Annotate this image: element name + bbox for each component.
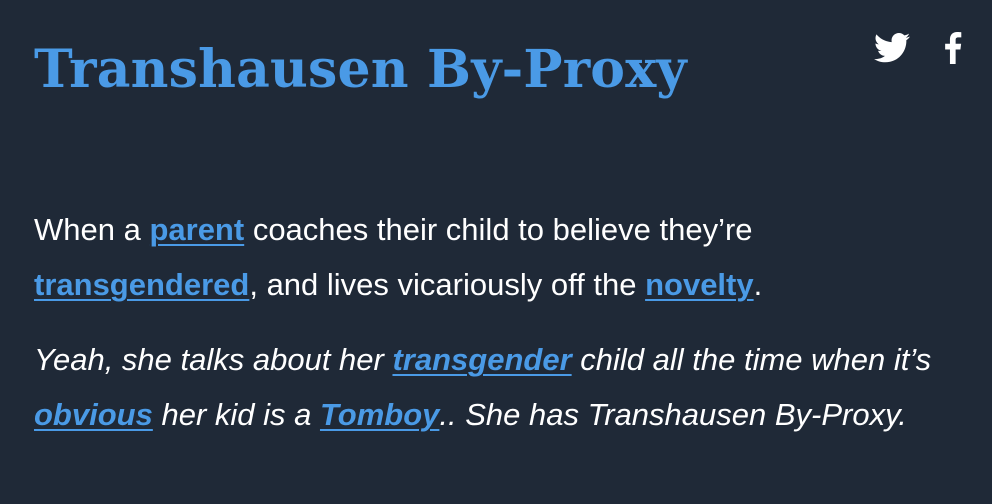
- meaning-text-1: When a: [34, 212, 150, 247]
- definition-example: Yeah, she talks about her transgender ch…: [34, 332, 956, 442]
- example-text-4: .. She has Transhausen By-Proxy.: [439, 397, 907, 432]
- example-text-1: Yeah, she talks about her: [34, 342, 393, 377]
- link-obvious[interactable]: obvious: [34, 397, 153, 432]
- definition-meaning: When a parent coaches their child to bel…: [34, 202, 956, 312]
- definition-card: Transhausen By-Proxy When a parent coach…: [0, 0, 992, 504]
- meaning-text-4: .: [753, 267, 763, 302]
- link-parent[interactable]: parent: [149, 212, 244, 247]
- example-text-2: child all the time when it’s: [571, 342, 932, 377]
- link-novelty[interactable]: novelty: [645, 267, 754, 302]
- meaning-text-2: coaches their child to believe they’re: [244, 212, 753, 247]
- facebook-icon[interactable]: [944, 32, 962, 69]
- meaning-text-3: , and lives vicariously off the: [249, 267, 646, 302]
- twitter-icon[interactable]: [874, 33, 910, 68]
- share-bar: [874, 32, 962, 69]
- definition-title[interactable]: Transhausen By-Proxy: [34, 34, 687, 106]
- example-text-3: her kid is a: [152, 397, 320, 432]
- link-transgender[interactable]: transgender: [392, 342, 571, 377]
- link-transgendered[interactable]: transgendered: [34, 267, 249, 302]
- link-tomboy[interactable]: Tomboy: [320, 397, 439, 432]
